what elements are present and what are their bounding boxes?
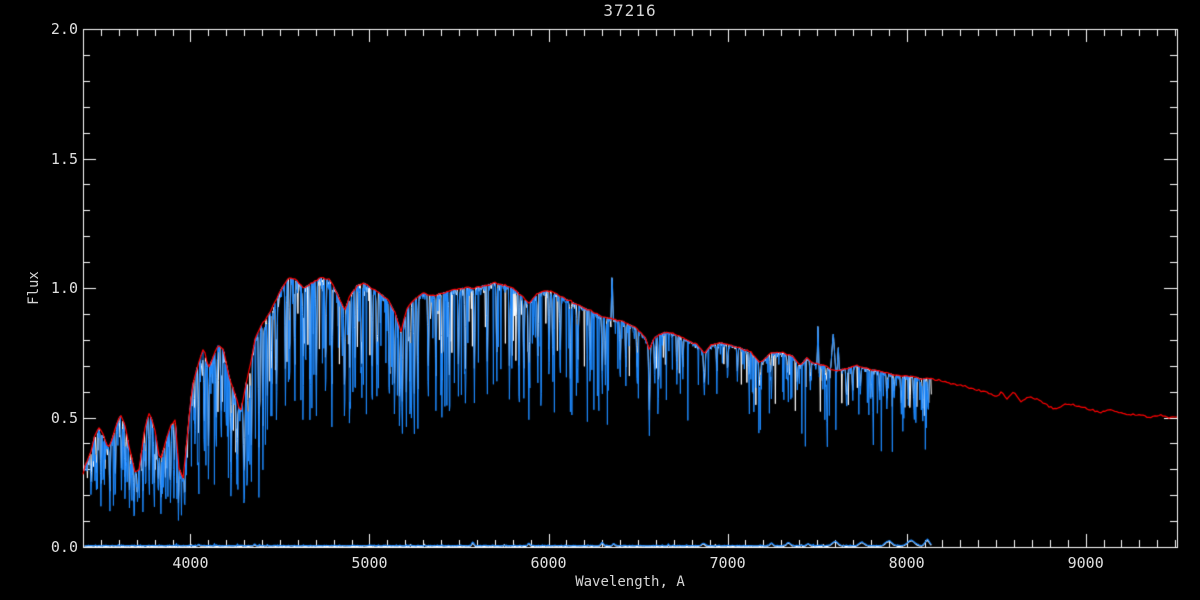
x-tick-label: 7000 — [709, 554, 746, 572]
plot-title: 37216 — [603, 1, 657, 20]
y-tick-label: 1.0 — [50, 279, 78, 297]
x-tick-label: 4000 — [172, 554, 209, 572]
spectrum-plot-canvas — [0, 0, 1200, 600]
spectrum-figure: 37216 Wavelength, A Flux 0.0 0.5 1.0 1.5 2.0… — [0, 0, 1200, 600]
x-axis-label: Wavelength, A — [575, 574, 685, 590]
y-tick-label: 2.0 — [50, 20, 78, 38]
y-tick-label: 0.5 — [50, 408, 78, 427]
x-tick-label: 8000 — [888, 554, 925, 572]
x-tick-label: 6000 — [530, 554, 567, 572]
x-tick-label: 9000 — [1067, 554, 1104, 572]
y-tick-label: 0.0 — [50, 538, 78, 556]
y-tick-label: 1.5 — [50, 149, 78, 168]
x-tick-label: 5000 — [351, 554, 388, 572]
